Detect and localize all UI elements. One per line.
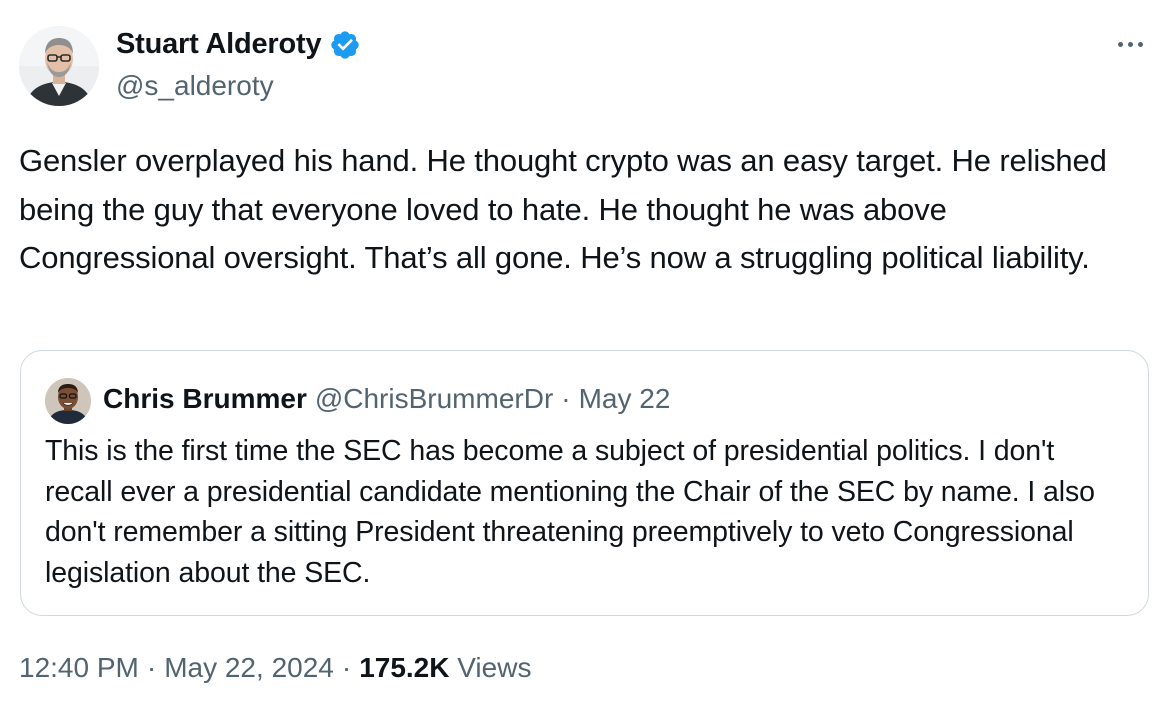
tweet-time[interactable]: 12:40 PM (19, 652, 139, 684)
author-avatar[interactable] (19, 26, 99, 106)
quoted-text: This is the first time the SEC has becom… (45, 435, 1095, 589)
quoted-tweet[interactable]: Chris Brummer @ChrisBrummerDr · May 22 T… (20, 350, 1149, 616)
tweet-meta: 12:40 PM · May 22, 2024 · 175.2K Views (19, 652, 531, 684)
tweet-text: Gensler overplayed his hand. He thought … (19, 143, 1116, 275)
quoted-separator: · (561, 383, 571, 414)
verified-badge-icon[interactable] (329, 29, 361, 61)
quoted-date[interactable]: May 22 (579, 383, 671, 415)
more-options-icon[interactable] (1110, 32, 1150, 56)
quoted-author-handle[interactable]: @ChrisBrummerDr (315, 383, 553, 415)
tweet-card: Stuart Alderoty @s_alderoty Gensler over… (0, 0, 1170, 708)
author-handle[interactable]: @s_alderoty (116, 70, 274, 102)
meta-separator: · (146, 652, 157, 683)
quoted-author-name[interactable]: Chris Brummer (103, 383, 307, 415)
quoted-author-avatar[interactable] (45, 378, 91, 424)
views-count[interactable]: 175.2K (359, 652, 449, 683)
quoted-header: Chris Brummer @ChrisBrummerDr · May 22 (103, 383, 670, 415)
views-label[interactable]: Views (457, 652, 531, 683)
tweet-date[interactable]: May 22, 2024 (164, 652, 334, 684)
meta-separator: · (341, 652, 352, 683)
author-name[interactable]: Stuart Alderoty (116, 28, 322, 61)
author-name-row: Stuart Alderoty (116, 28, 361, 61)
